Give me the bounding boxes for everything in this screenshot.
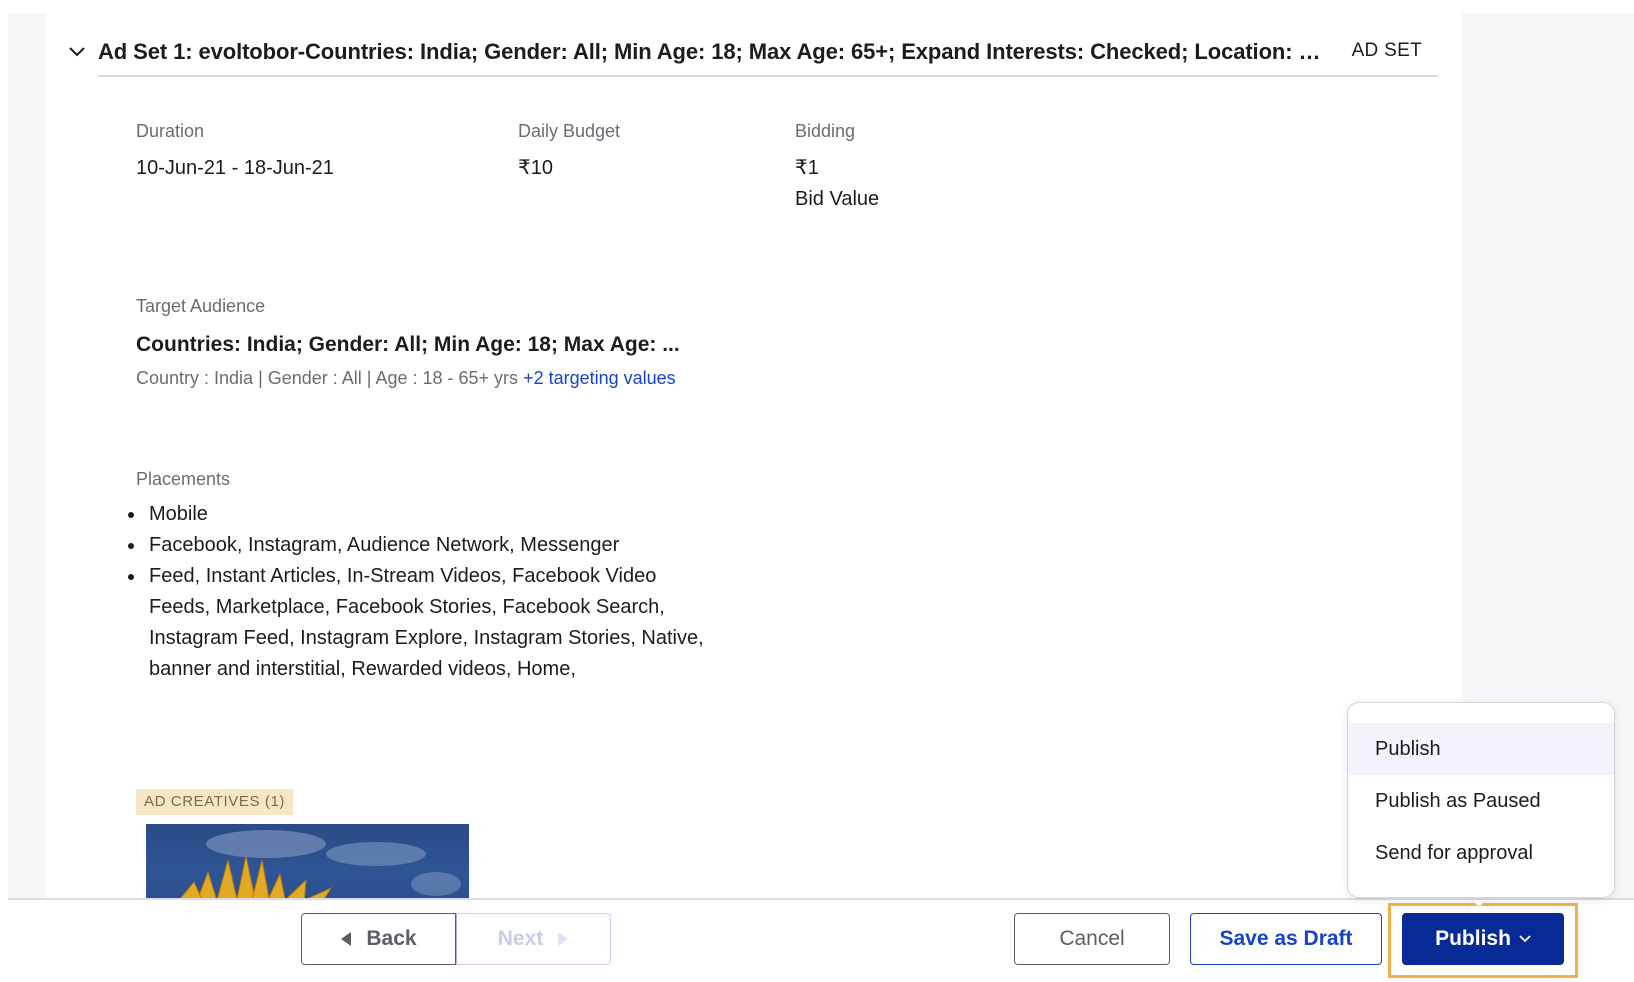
target-audience-summary-text: Country : India | Gender : All | Age : 1… [136,368,524,388]
next-button[interactable]: Next [456,913,611,965]
bidding-field: Bidding ₹1 Bid Value [795,119,879,215]
placement-item: Feed, Instant Articles, In-Stream Videos… [123,561,713,685]
menu-item-publish-as-paused[interactable]: Publish as Paused [1348,775,1614,827]
placements-list: Mobile Facebook, Instagram, Audience Net… [123,499,713,685]
adset-type-label: AD SET [1351,40,1422,61]
adset-title: Ad Set 1: evoltobor-Countries: India; Ge… [98,39,1322,64]
caret-left-icon [340,931,352,947]
more-targeting-values-link[interactable]: +2 targeting values [523,368,676,388]
save-as-draft-button[interactable]: Save as Draft [1190,913,1382,965]
placements-label: Placements [136,469,231,489]
placement-item: Facebook, Instagram, Audience Network, M… [123,530,713,561]
publish-button-label: Publish [1435,927,1511,950]
duration-field: Duration 10-Jun-21 - 18-Jun-21 [136,119,334,184]
caret-right-icon [557,931,569,947]
menu-item-publish[interactable]: Publish [1348,723,1614,775]
target-audience-summary: Country : India | Gender : All | Age : 1… [136,363,706,394]
back-button-label: Back [366,927,417,950]
left-gutter [8,13,46,899]
menu-pointer [1470,895,1488,908]
chevron-down-icon [1519,935,1531,943]
adset-header[interactable]: Ad Set 1: evoltobor-Countries: India; Ge… [68,27,1458,77]
target-audience-field: Target Audience Countries: India; Gender… [136,294,706,394]
bidding-label: Bidding [795,121,856,141]
daily-budget-field: Daily Budget ₹10 [518,119,620,184]
cancel-button-label: Cancel [1059,927,1125,950]
menu-item-send-for-approval[interactable]: Send for approval [1348,827,1614,879]
target-audience-title: Countries: India; Gender: All; Min Age: … [136,333,680,356]
publish-button[interactable]: Publish [1402,913,1564,965]
ad-creatives-badge: AD CREATIVES (1) [136,789,294,815]
ad-creative-thumbnail[interactable] [146,824,469,899]
sunflower-image [179,830,461,899]
placements-field: Placements Mobile Facebook, Instagram, A… [128,467,713,685]
adset-review-panel: Ad Set 1: evoltobor-Countries: India; Ge… [46,13,1462,899]
duration-value: 10-Jun-21 - 18-Jun-21 [136,157,334,179]
publish-options-menu: Publish Publish as Paused Send for appro… [1347,702,1615,898]
cancel-button[interactable]: Cancel [1014,913,1170,965]
header-divider [98,75,1438,77]
next-button-label: Next [497,927,544,950]
placement-item: Mobile [123,499,713,530]
chevron-down-icon[interactable] [68,43,86,61]
bidding-value: ₹1 [795,157,819,179]
save-as-draft-label: Save as Draft [1219,927,1353,950]
duration-label: Duration [136,121,205,141]
bidding-type: Bid Value [795,188,880,210]
target-audience-label: Target Audience [136,296,266,316]
daily-budget-label: Daily Budget [518,121,621,141]
daily-budget-value: ₹10 [518,157,553,179]
footer-divider [8,898,1634,900]
back-button[interactable]: Back [301,913,456,965]
